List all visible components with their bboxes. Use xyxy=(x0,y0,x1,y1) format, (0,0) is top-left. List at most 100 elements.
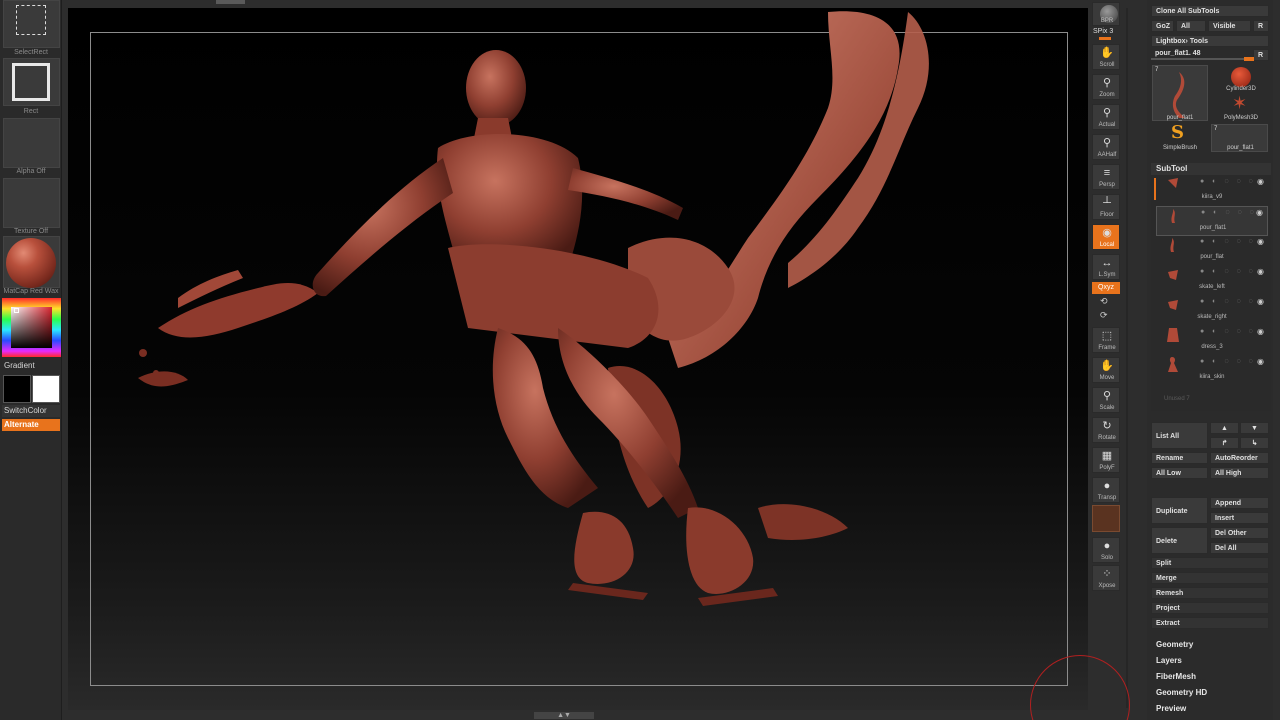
magnifier-icon: ⚲ xyxy=(1102,77,1112,89)
geometry-section[interactable]: Geometry xyxy=(1151,637,1271,652)
alpha-button[interactable] xyxy=(3,118,60,168)
spix-label[interactable]: SPix 3 xyxy=(1093,28,1113,35)
autoreorder-button[interactable]: AutoReorder xyxy=(1210,452,1269,464)
tool-slider-track[interactable] xyxy=(1151,58,1254,60)
lightbox-tools-button[interactable]: Lightbox› Tools xyxy=(1151,35,1269,47)
frame-button[interactable]: ⬚ Frame xyxy=(1092,327,1120,353)
subtool-row[interactable]: ● ◐ ◌ ◌ ◌ ◉ skate_left xyxy=(1156,266,1268,296)
subtool-row[interactable]: ● ◐ ◌ ◌ ◌ ◉ kiira_skin xyxy=(1156,356,1268,386)
bpr-button[interactable]: BPR xyxy=(1092,2,1120,26)
move-down-bottom-icon[interactable]: ↳ xyxy=(1240,437,1269,449)
subtool-row-selected[interactable]: ● ◐ ◌ ◌ ◌ ◉ pour_flat1 xyxy=(1156,206,1268,236)
goz-all-button[interactable]: All xyxy=(1176,20,1206,32)
solo-button[interactable]: ● Solo xyxy=(1092,537,1120,563)
select-rect-button[interactable] xyxy=(3,0,60,48)
sculpt-viewport[interactable] xyxy=(68,8,1088,710)
clone-all-subtools-button[interactable]: Clone All SubTools xyxy=(1151,5,1269,17)
cylinder3d-icon[interactable] xyxy=(1231,67,1251,87)
move-up-arrow-icon[interactable]: ▲ xyxy=(1210,422,1239,434)
layers-section[interactable]: Layers xyxy=(1151,653,1271,668)
eye-icon[interactable]: ◉ xyxy=(1257,267,1264,276)
move-down-arrow-icon[interactable]: ▼ xyxy=(1240,422,1269,434)
tool-slider-handle[interactable] xyxy=(1244,57,1254,61)
actual-button[interactable]: ⚲ Actual xyxy=(1092,104,1120,130)
project-menu[interactable]: Project xyxy=(1151,602,1269,614)
eye-icon[interactable]: ◉ xyxy=(1257,237,1264,246)
scroll-button[interactable]: ✋ Scroll xyxy=(1092,44,1120,70)
ghost-tool-icon[interactable] xyxy=(1092,505,1120,532)
persp-button[interactable]: ≡ Persp xyxy=(1092,164,1120,190)
goz-r-button[interactable]: R xyxy=(1253,20,1269,32)
rotate-z-icon[interactable]: ⟳ xyxy=(1100,310,1108,321)
color-picker-handle[interactable] xyxy=(14,308,19,313)
move-up-top-icon[interactable]: ↱ xyxy=(1210,437,1239,449)
floor-button[interactable]: ┴ Floor xyxy=(1092,194,1120,220)
lsym-button[interactable]: ↔ L.Sym xyxy=(1092,254,1120,280)
texture-button[interactable] xyxy=(3,178,60,228)
polyf-button[interactable]: ▦ PolyF xyxy=(1092,447,1120,473)
append-button[interactable]: Append xyxy=(1210,497,1269,509)
switch-color-button[interactable]: SwitchColor xyxy=(2,405,60,417)
subtool-row[interactable]: ● ◐ ◌ ◌ ◌ ◉ skate_right xyxy=(1156,296,1268,326)
tray-scrollbar[interactable] xyxy=(1126,8,1128,708)
color-picker[interactable] xyxy=(2,298,61,357)
subtool-row[interactable]: ● ◐ ◌ ◌ ◌ ◉ kiira_v9 xyxy=(1156,176,1268,206)
saturation-value-square[interactable] xyxy=(11,307,52,348)
extract-menu[interactable]: Extract xyxy=(1151,617,1269,629)
fibermesh-section[interactable]: FiberMesh xyxy=(1151,669,1271,684)
floor-label: Floor xyxy=(1100,212,1114,218)
eye-icon[interactable]: ◉ xyxy=(1256,208,1263,217)
secondary-color-swatch[interactable] xyxy=(32,375,60,403)
eye-icon[interactable]: ◉ xyxy=(1257,327,1264,336)
polymesh-star-icon[interactable]: ✶ xyxy=(1232,94,1247,112)
remesh-menu[interactable]: Remesh xyxy=(1151,587,1269,599)
del-other-button[interactable]: Del Other xyxy=(1210,527,1269,539)
duplicate-button[interactable]: Duplicate xyxy=(1151,497,1208,524)
spix-slider[interactable] xyxy=(1099,37,1111,40)
split-menu[interactable]: Split xyxy=(1151,557,1269,569)
top-tray-handle[interactable] xyxy=(216,0,245,4)
goz-visible-button[interactable]: Visible xyxy=(1208,20,1251,32)
subtool-thumb-icon xyxy=(1170,238,1174,252)
subtool-thumb-icon xyxy=(1168,300,1178,310)
alternate-button[interactable]: Alternate xyxy=(2,419,60,431)
thumb-label: pour_flat1 xyxy=(1166,115,1194,121)
aahalf-button[interactable]: ⚲ AAHalf xyxy=(1092,134,1120,160)
all-high-button[interactable]: All High xyxy=(1210,467,1269,479)
simplebrush-icon[interactable]: S xyxy=(1171,124,1184,142)
rotate-y-icon[interactable]: ⟲ xyxy=(1100,296,1108,307)
delete-button[interactable]: Delete xyxy=(1151,527,1208,554)
merge-menu[interactable]: Merge xyxy=(1151,572,1269,584)
local-button[interactable]: ◉ Local xyxy=(1092,224,1120,250)
all-low-button[interactable]: All Low xyxy=(1151,467,1208,479)
tool-thumb-pour-flat1-b[interactable]: 7 pour_flat1 xyxy=(1211,124,1268,152)
gradient-label[interactable]: Gradient xyxy=(4,361,35,370)
preview-section[interactable]: Preview xyxy=(1151,701,1271,716)
subtool-name: pour_flat xyxy=(1200,254,1224,260)
subtool-header[interactable]: SubTool xyxy=(1151,163,1271,175)
del-all-button[interactable]: Del All xyxy=(1210,542,1269,554)
eye-icon[interactable]: ◉ xyxy=(1257,177,1264,186)
goz-button[interactable]: GoZ xyxy=(1151,20,1174,32)
move-button[interactable]: ✋ Move xyxy=(1092,357,1120,383)
document-canvas[interactable] xyxy=(68,8,1088,710)
subtool-row[interactable]: ● ◐ ◌ ◌ ◌ ◉ dress_3 xyxy=(1156,326,1268,356)
bottom-tray-handle[interactable]: ▲▼ xyxy=(534,712,594,719)
rect-button[interactable] xyxy=(3,58,60,106)
rotate-button[interactable]: ↻ Rotate xyxy=(1092,417,1120,443)
transp-button[interactable]: ● Transp xyxy=(1092,477,1120,503)
tool-r-button[interactable]: R xyxy=(1253,49,1269,61)
main-color-swatch[interactable] xyxy=(3,375,31,403)
scale-button[interactable]: ⚲ Scale xyxy=(1092,387,1120,413)
tool-thumb-pour-flat1[interactable]: 7 xyxy=(1152,65,1208,121)
list-all-button[interactable]: List All xyxy=(1151,422,1208,449)
eye-icon[interactable]: ◉ xyxy=(1257,357,1264,366)
eye-icon[interactable]: ◉ xyxy=(1257,297,1264,306)
zoom-button[interactable]: ⚲ Zoom xyxy=(1092,74,1120,100)
xpose-button[interactable]: ⁘ Xpose xyxy=(1092,565,1120,591)
subtool-row[interactable]: ● ◐ ◌ ◌ ◌ ◉ pour_flat xyxy=(1156,236,1268,266)
xyz-button[interactable]: Qxyz xyxy=(1092,282,1120,294)
insert-button[interactable]: Insert xyxy=(1210,512,1269,524)
rename-button[interactable]: Rename xyxy=(1151,452,1208,464)
geometry-hd-section[interactable]: Geometry HD xyxy=(1151,685,1271,700)
